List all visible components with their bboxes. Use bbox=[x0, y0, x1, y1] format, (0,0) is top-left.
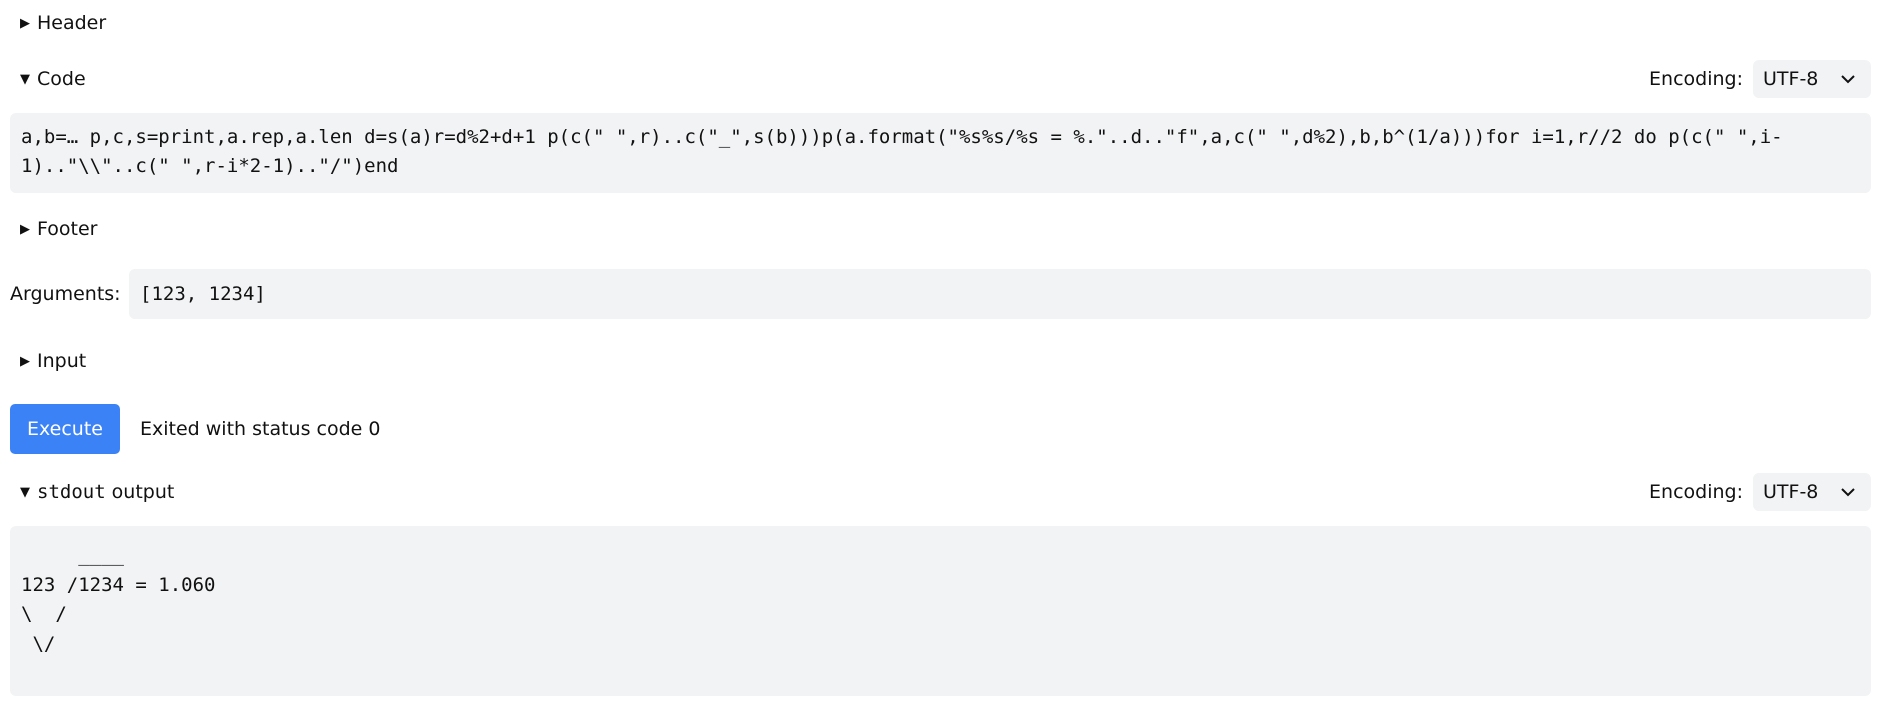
code-encoding-label: Encoding: bbox=[1649, 68, 1743, 90]
stdout-label-mono: stdout bbox=[37, 481, 106, 503]
stdout-encoding-label: Encoding: bbox=[1649, 481, 1743, 503]
header-section-label: Header bbox=[37, 12, 107, 34]
stdout-output: ____ 123 /1234 = 1.060 \ / \/ bbox=[10, 526, 1871, 696]
arguments-input[interactable]: [123, 1234] bbox=[129, 269, 1871, 319]
code-encoding-select[interactable]: UTF-8 bbox=[1753, 60, 1871, 98]
chevron-down-icon bbox=[1841, 488, 1855, 497]
code-section-label: Code bbox=[37, 68, 86, 90]
chevron-down-icon bbox=[1841, 75, 1855, 84]
triangle-down-icon: ▼ bbox=[20, 71, 30, 87]
arguments-row: Arguments: [123, 1234] bbox=[10, 269, 1871, 319]
footer-section-toggle[interactable]: ▶ Footer bbox=[20, 214, 97, 244]
stdout-label-rest: output bbox=[105, 481, 175, 503]
triangle-right-icon: ▶ bbox=[20, 353, 30, 369]
stdout-encoding-value: UTF-8 bbox=[1763, 481, 1819, 503]
input-section-label: Input bbox=[37, 350, 87, 372]
code-encoding-value: UTF-8 bbox=[1763, 68, 1819, 90]
exit-status-text: Exited with status code 0 bbox=[140, 418, 381, 440]
header-section-toggle[interactable]: ▶ Header bbox=[20, 8, 106, 38]
footer-section-label: Footer bbox=[37, 218, 98, 240]
arguments-label: Arguments: bbox=[10, 283, 121, 305]
code-editor[interactable]: a,b=… p,c,s=print,a.rep,a.len d=s(a)r=d%… bbox=[10, 113, 1871, 193]
code-encoding-group: Encoding: UTF-8 bbox=[1649, 60, 1871, 98]
execute-row: Execute Exited with status code 0 bbox=[10, 404, 381, 454]
stdout-encoding-select[interactable]: UTF-8 bbox=[1753, 473, 1871, 511]
stdout-encoding-group: Encoding: UTF-8 bbox=[1649, 473, 1871, 511]
stdout-section-toggle[interactable]: ▼ stdout output bbox=[20, 477, 174, 507]
triangle-down-icon: ▼ bbox=[20, 484, 30, 500]
input-section-toggle[interactable]: ▶ Input bbox=[20, 346, 86, 376]
triangle-right-icon: ▶ bbox=[20, 15, 30, 31]
triangle-right-icon: ▶ bbox=[20, 221, 30, 237]
code-section-toggle[interactable]: ▼ Code bbox=[20, 64, 86, 94]
execute-button[interactable]: Execute bbox=[10, 404, 120, 454]
